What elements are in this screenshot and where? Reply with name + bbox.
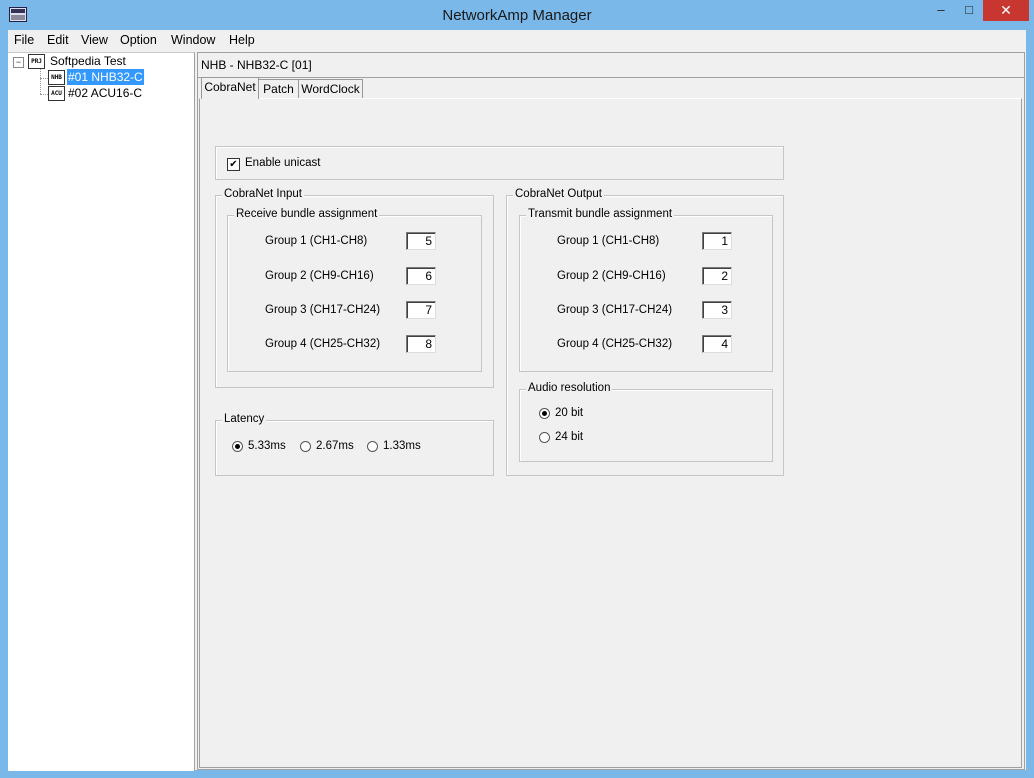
latency-133-label: 1.33ms (383, 440, 421, 452)
tree-node-project[interactable]: Softpedia Test (49, 53, 127, 69)
cobranet-input-group: CobraNet Input Receive bundle assignment… (215, 188, 494, 388)
title-bar[interactable]: NetworkAmp Manager – □ ✕ (0, 0, 1034, 30)
menu-bar: File Edit View Option Window Help (8, 30, 1026, 51)
latency-267-label: 2.67ms (316, 440, 354, 452)
latency-267-radio[interactable] (300, 441, 311, 452)
minimize-button[interactable]: – (927, 0, 955, 21)
device-header: NHB - NHB32-C [01] (198, 53, 1024, 78)
receive-bundle-title: Receive bundle assignment (234, 208, 380, 220)
output-group-3-label: Group 3 (CH17-CH24) (557, 304, 673, 316)
menu-help[interactable]: Help (229, 33, 255, 47)
audio-resolution-group: Audio resolution 20 bit 24 bit (519, 382, 773, 462)
cobranet-output-group: CobraNet Output Transmit bundle assignme… (506, 188, 784, 476)
enable-unicast-label: Enable unicast (245, 157, 321, 169)
input-group-1-field[interactable]: 5 (406, 232, 436, 250)
output-group-4-label: Group 4 (CH25-CH32) (557, 338, 673, 350)
audio-resolution-title: Audio resolution (526, 382, 613, 394)
tree-node-nhb32c[interactable]: #01 NHB32-C (67, 69, 144, 85)
resolution-20bit-label: 20 bit (555, 407, 584, 419)
client-area: File Edit View Option Window Help − PRJ … (8, 30, 1026, 771)
resolution-24bit-label: 24 bit (555, 431, 584, 443)
latency-533-radio[interactable] (232, 441, 243, 452)
menu-option[interactable]: Option (120, 33, 157, 47)
project-icon: PRJ (28, 54, 45, 69)
input-group-2-label: Group 2 (CH9-CH16) (265, 270, 374, 282)
output-group-1-label: Group 1 (CH1-CH8) (557, 235, 660, 247)
output-group-3-field[interactable]: 3 (702, 301, 732, 319)
project-tree[interactable]: − PRJ Softpedia Test NHB #01 NHB32-C ACU… (8, 52, 195, 771)
cobranet-input-title: CobraNet Input (222, 188, 304, 200)
input-group-4-label: Group 4 (CH25-CH32) (265, 338, 381, 350)
input-group-4-field[interactable]: 8 (406, 335, 436, 353)
output-group-1-field[interactable]: 1 (702, 232, 732, 250)
tree-line (40, 94, 48, 95)
cobranet-tab-content: ✔ Enable unicast CobraNet Input Receive … (199, 98, 1022, 768)
nhb-device-icon: NHB (48, 70, 65, 85)
window-title: NetworkAmp Manager (442, 7, 592, 24)
close-button[interactable]: ✕ (983, 0, 1029, 21)
input-group-1-label: Group 1 (CH1-CH8) (265, 235, 368, 247)
tab-wordclock[interactable]: WordClock (298, 79, 363, 98)
latency-title: Latency (222, 413, 267, 425)
cobranet-output-title: CobraNet Output (513, 188, 604, 200)
receive-bundle-group: Receive bundle assignment Group 1 (CH1-C… (227, 208, 482, 372)
tree-node-acu16c[interactable]: #02 ACU16-C (67, 85, 143, 101)
tree-collapse-icon[interactable]: − (13, 57, 24, 68)
input-group-2-field[interactable]: 6 (406, 267, 436, 285)
device-header-text: NHB - NHB32-C [01] (201, 58, 312, 72)
input-group-3-field[interactable]: 7 (406, 301, 436, 319)
menu-file[interactable]: File (14, 33, 34, 47)
tree-line (40, 78, 48, 79)
resolution-24bit-radio[interactable] (539, 432, 550, 443)
output-group-2-field[interactable]: 2 (702, 267, 732, 285)
latency-133-radio[interactable] (367, 441, 378, 452)
output-group-2-label: Group 2 (CH9-CH16) (557, 270, 666, 282)
input-group-3-label: Group 3 (CH17-CH24) (265, 304, 381, 316)
tab-cobranet[interactable]: CobraNet (201, 77, 259, 99)
latency-533-label: 5.33ms (248, 440, 286, 452)
resolution-20bit-radio[interactable] (539, 408, 550, 419)
menu-window[interactable]: Window (171, 33, 215, 47)
output-group-4-field[interactable]: 4 (702, 335, 732, 353)
transmit-bundle-title: Transmit bundle assignment (526, 208, 675, 220)
acu-device-icon: ACU (48, 86, 65, 101)
tree-line (40, 69, 41, 94)
latency-group: Latency 5.33ms 2.67ms 1.33ms (215, 413, 494, 476)
menu-view[interactable]: View (81, 33, 108, 47)
unicast-box: ✔ Enable unicast (215, 146, 784, 180)
maximize-button[interactable]: □ (955, 0, 983, 21)
app-window: NetworkAmp Manager – □ ✕ File Edit View … (0, 0, 1034, 778)
transmit-bundle-group: Transmit bundle assignment Group 1 (CH1-… (519, 208, 773, 372)
enable-unicast-checkbox[interactable]: ✔ (227, 158, 240, 171)
device-panel: NHB - NHB32-C [01] CobraNet Patch WordCl… (197, 52, 1025, 770)
menu-edit[interactable]: Edit (47, 33, 69, 47)
tab-patch[interactable]: Patch (258, 79, 299, 98)
